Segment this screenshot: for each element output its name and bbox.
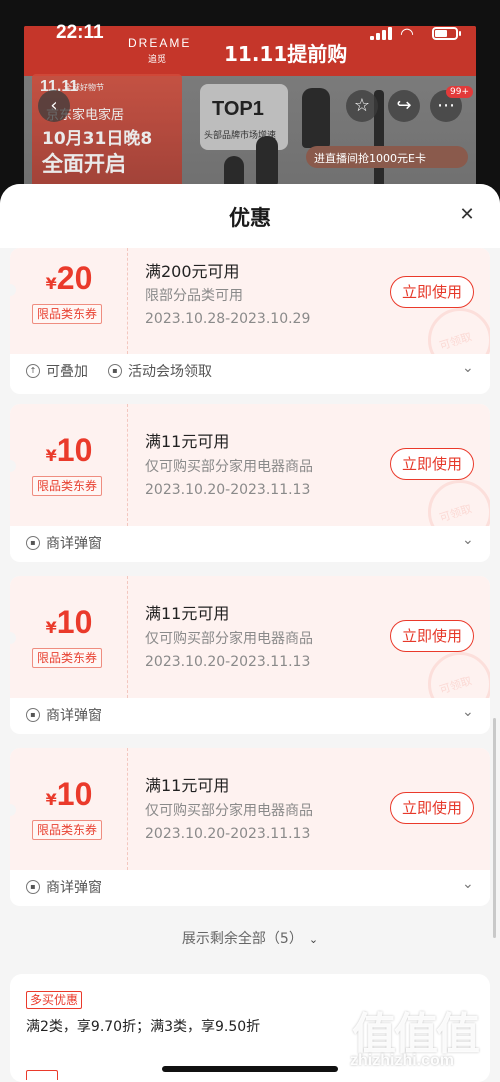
popup-icon: ▪: [26, 708, 40, 722]
coupon-left: ¥10 限品类东券: [10, 576, 128, 698]
home-indicator[interactable]: [162, 1066, 338, 1072]
coupon-type-tag: 限品类东券: [32, 648, 103, 668]
coupon-amount: ¥10: [10, 432, 128, 469]
coupon-left: ¥10 限品类东券: [10, 404, 128, 526]
coupon-amount: ¥10: [10, 776, 128, 813]
coupon-type-tag: 限品类东券: [32, 820, 103, 840]
footer-label: 活动会场领取: [128, 364, 212, 380]
stamp-text: 可领取: [437, 502, 474, 525]
coupon-body: ¥10 限品类东券 满11元可用 仅可购买部分家用电器商品 2023.10.20…: [10, 748, 490, 870]
coupon-condition: 满11元可用: [145, 776, 230, 795]
coupon-card: ¥10 限品类东券 满11元可用 仅可购买部分家用电器商品 2023.10.20…: [10, 748, 490, 906]
show-remaining-label: 展示剩余全部（5）: [181, 931, 303, 947]
chevron-down-icon: ⌄: [308, 933, 319, 946]
clock: 22:11: [56, 22, 104, 43]
coupon-type-tag: 限品类东券: [32, 304, 103, 324]
coupon-footer[interactable]: ▪ 商详弹窗 ⌄: [10, 698, 490, 732]
coupon-card: ¥10 限品类东券 满11元可用 仅可购买部分家用电器商品 2023.10.20…: [10, 576, 490, 734]
next-tag: [26, 1070, 58, 1080]
amount-value: 10: [56, 432, 93, 468]
use-now-button[interactable]: 立即使用: [390, 448, 474, 480]
footer-label: 商详弹窗: [46, 536, 102, 552]
product-image: [256, 136, 278, 186]
share-icon[interactable]: ↪: [388, 90, 420, 122]
coupon-sheet: 优惠 ✕ ¥20 限品类东券 满200元可用 限部分品类可用 2023.10.2…: [0, 184, 500, 1082]
venue-icon: ▪: [108, 364, 122, 378]
coupon-body: ¥10 限品类东券 满11元可用 仅可购买部分家用电器商品 2023.10.20…: [10, 576, 490, 716]
event-card-start: 全面开启: [42, 152, 126, 176]
footer-label: 可叠加: [46, 364, 88, 380]
screen: DREAME 追觅 11.11提前购 11.11 全球好物节 京东家电家居 10…: [0, 0, 500, 1082]
coupon-footer[interactable]: ▪ 商详弹窗 ⌄: [10, 526, 490, 560]
coupon-body: ¥10 限品类东券 满11元可用 仅可购买部分家用电器商品 2023.10.20…: [10, 404, 490, 544]
message-badge: 99+: [446, 86, 473, 98]
event-card-sub: 全球好物节: [64, 83, 104, 92]
coupon-dates: 2023.10.20-2023.11.13: [145, 826, 311, 842]
coupon-amount: ¥10: [10, 604, 128, 641]
battery-icon: [432, 27, 461, 40]
use-now-button[interactable]: 立即使用: [390, 792, 474, 824]
show-remaining-button[interactable]: 展示剩余全部（5） ⌄: [0, 928, 500, 948]
popup-icon: ▪: [26, 880, 40, 894]
close-icon[interactable]: ✕: [456, 204, 478, 226]
top1-text: TOP1: [212, 98, 264, 120]
coupon-dates: 2023.10.28-2023.10.29: [145, 311, 311, 327]
sheet-title: 优惠: [229, 206, 271, 230]
coupon-type-tag: 限品类东券: [32, 476, 103, 496]
scrollbar[interactable]: [493, 718, 496, 938]
coupon-body: ¥20 限品类东券 满200元可用 限部分品类可用 2023.10.28-202…: [10, 248, 490, 372]
coupon-footer[interactable]: ▪ 商详弹窗 ⌄: [10, 870, 490, 904]
coupon-scope: 限部分品类可用: [145, 288, 243, 304]
multi-buy-tag: 多买优惠: [26, 991, 83, 1009]
footer-label: 商详弹窗: [46, 880, 102, 896]
coupon-left: ¥10 限品类东券: [10, 748, 128, 870]
coupon-dates: 2023.10.20-2023.11.13: [145, 482, 311, 498]
watermark: 值值值 zhizhizhi.com: [348, 998, 498, 1082]
coupon-scope: 仅可购买部分家用电器商品: [145, 631, 313, 647]
chevron-down-icon[interactable]: ⌄: [462, 532, 474, 548]
coupon-condition: 满11元可用: [145, 432, 230, 451]
back-button[interactable]: ‹: [38, 90, 70, 122]
currency-symbol: ¥: [45, 446, 57, 465]
coupon-condition: 满11元可用: [145, 604, 230, 623]
brand-subname: 追觅: [148, 55, 167, 65]
coupon-amount: ¥20: [10, 260, 128, 297]
signal-icon: [370, 26, 392, 40]
currency-symbol: ¥: [45, 618, 57, 637]
status-bar: 22:11 ◠: [0, 0, 500, 44]
coupon-condition: 满200元可用: [145, 262, 240, 281]
currency-symbol: ¥: [45, 790, 57, 809]
amount-value: 10: [56, 776, 93, 812]
product-image: [302, 88, 330, 148]
chevron-down-icon[interactable]: ⌄: [462, 360, 474, 376]
coupon-dates: 2023.10.20-2023.11.13: [145, 654, 311, 670]
amount-value: 20: [56, 260, 93, 296]
coupon-footer[interactable]: ↑ 可叠加 ▪ 活动会场领取 ⌄: [10, 354, 490, 388]
currency-symbol: ¥: [45, 274, 57, 293]
wifi-icon: ◠: [400, 24, 414, 43]
chevron-down-icon[interactable]: ⌄: [462, 876, 474, 892]
use-now-button[interactable]: 立即使用: [390, 276, 474, 308]
coupon-scope: 仅可购买部分家用电器商品: [145, 459, 313, 475]
stamp-text: 可领取: [437, 674, 474, 697]
chevron-down-icon[interactable]: ⌄: [462, 704, 474, 720]
event-card-date: 10月31日晚8: [42, 129, 153, 149]
stack-icon: ↑: [26, 364, 40, 378]
coupon-card: ¥20 限品类东券 满200元可用 限部分品类可用 2023.10.28-202…: [10, 248, 490, 394]
sheet-header: 优惠 ✕: [0, 184, 500, 248]
amount-value: 10: [56, 604, 93, 640]
coupon-scope: 仅可购买部分家用电器商品: [145, 803, 313, 819]
stamp-text: 可领取: [437, 330, 474, 353]
coupon-card: ¥10 限品类东券 满11元可用 仅可购买部分家用电器商品 2023.10.20…: [10, 404, 490, 562]
use-now-button[interactable]: 立即使用: [390, 620, 474, 652]
multi-buy-text: 满2类，享9.70折；满3类，享9.50折: [26, 1019, 261, 1035]
watermark-site: zhizhizhi.com: [350, 1052, 454, 1069]
popup-icon: ▪: [26, 536, 40, 550]
footer-label: 商详弹窗: [46, 708, 102, 724]
coupon-left: ¥20 限品类东券: [10, 248, 128, 354]
favorite-star-icon[interactable]: ☆: [346, 90, 378, 122]
live-promo: 进直播间抢1000元E卡: [306, 146, 468, 168]
